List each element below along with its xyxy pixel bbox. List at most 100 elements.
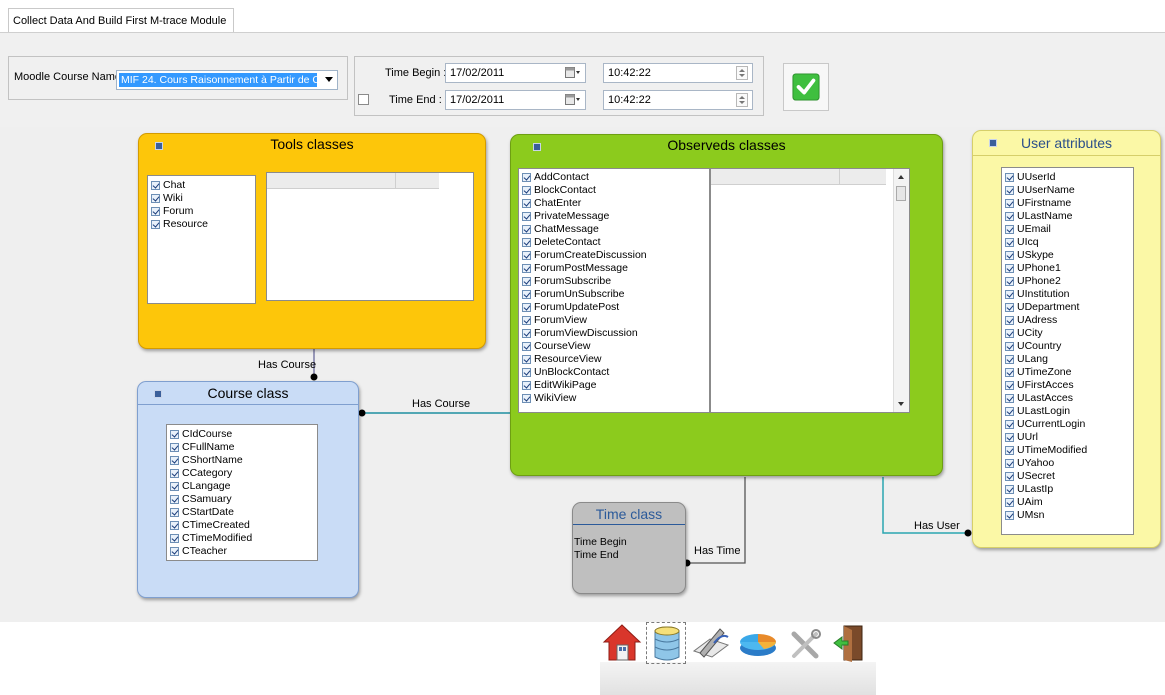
observed-classes-grid[interactable] [710,168,910,413]
user-attribute-item[interactable]: UFirstAcces [1002,379,1133,392]
checkbox-checked-icon[interactable] [522,199,531,208]
checkbox-checked-icon[interactable] [170,508,179,517]
checkbox-checked-icon[interactable] [1005,303,1014,312]
observed-classes-list[interactable]: AddContact BlockContact ChatEnter PrivateMe… [518,168,710,413]
course-attribute-item[interactable]: CStartDate [167,506,317,519]
home-icon[interactable] [602,622,642,664]
checkbox-checked-icon[interactable] [151,207,160,216]
course-attribute-item[interactable]: CShortName [167,454,317,467]
course-attribute-item[interactable]: CLangage [167,480,317,493]
checkbox-checked-icon[interactable] [170,443,179,452]
checkbox-checked-icon[interactable] [522,381,531,390]
scroll-thumb[interactable] [896,186,906,201]
observed-class-item[interactable]: ForumUnSubscribe [519,288,709,301]
edit-icon[interactable] [690,623,732,663]
user-attribute-item[interactable]: UIcq [1002,236,1133,249]
user-attribute-item[interactable]: UCountry [1002,340,1133,353]
checkbox-checked-icon[interactable] [522,329,531,338]
checkbox-checked-icon[interactable] [522,238,531,247]
scroll-down-icon[interactable] [898,402,904,406]
observed-class-item[interactable]: ChatMessage [519,223,709,236]
observed-class-item[interactable]: DeleteContact [519,236,709,249]
user-attribute-item[interactable]: USecret [1002,470,1133,483]
user-attribute-item[interactable]: UInstitution [1002,288,1133,301]
user-attribute-item[interactable]: UDepartment [1002,301,1133,314]
user-attribute-item[interactable]: UYahoo [1002,457,1133,470]
tools-classes-grid[interactable] [266,172,474,301]
observed-classes-panel[interactable]: Observeds classes AddContact BlockContact… [510,134,943,476]
checkbox-checked-icon[interactable] [522,342,531,351]
observed-class-item[interactable]: AddContact [519,171,709,184]
observed-class-item[interactable]: ResourceView [519,353,709,366]
checkbox-checked-icon[interactable] [522,303,531,312]
checkbox-checked-icon[interactable] [1005,199,1014,208]
user-attributes-panel[interactable]: User attributes UUserId UUserName UFirstna… [972,130,1161,548]
course-attribute-item[interactable]: CTimeCreated [167,519,317,532]
course-attribute-item[interactable]: CCategory [167,467,317,480]
scroll-up-icon[interactable] [898,175,904,179]
checkbox-checked-icon[interactable] [522,368,531,377]
checkbox-checked-icon[interactable] [1005,472,1014,481]
course-attribute-item[interactable]: CTeacher [167,545,317,558]
user-attribute-item[interactable]: UMsn [1002,509,1133,522]
checkbox-checked-icon[interactable] [522,277,531,286]
observed-class-item[interactable]: ChatEnter [519,197,709,210]
checkbox-checked-icon[interactable] [522,251,531,260]
observed-class-item[interactable]: ForumView [519,314,709,327]
tools-icon[interactable] [788,628,822,660]
checkbox-checked-icon[interactable] [170,534,179,543]
user-attribute-item[interactable]: UUserId [1002,171,1133,184]
user-attribute-item[interactable]: UUrl [1002,431,1133,444]
checkbox-checked-icon[interactable] [522,225,531,234]
checkbox-checked-icon[interactable] [522,264,531,273]
checkbox-checked-icon[interactable] [1005,316,1014,325]
observed-class-item[interactable]: ForumUpdatePost [519,301,709,314]
checkbox-checked-icon[interactable] [522,316,531,325]
checkbox-checked-icon[interactable] [1005,186,1014,195]
user-attributes-list[interactable]: UUserId UUserName UFirstname ULastName UEmai… [1001,167,1134,535]
checkbox-checked-icon[interactable] [1005,381,1014,390]
user-attribute-item[interactable]: UUserName [1002,184,1133,197]
checkbox-checked-icon[interactable] [1005,290,1014,299]
observed-class-item[interactable]: ForumPostMessage [519,262,709,275]
checkbox-checked-icon[interactable] [522,212,531,221]
tool-class-item[interactable]: Chat [148,179,255,192]
observed-class-item[interactable]: EditWikiPage [519,379,709,392]
vertical-scrollbar[interactable] [893,169,909,412]
user-attribute-item[interactable]: UAim [1002,496,1133,509]
checkbox-checked-icon[interactable] [170,495,179,504]
user-attribute-item[interactable]: UPhone2 [1002,275,1133,288]
checkbox-checked-icon[interactable] [522,394,531,403]
course-attribute-item[interactable]: CTimeModified [167,532,317,545]
observed-class-item[interactable]: ForumSubscribe [519,275,709,288]
tool-class-item[interactable]: Forum [148,205,255,218]
course-attribute-item[interactable]: CSamuary [167,493,317,506]
tool-class-item[interactable]: Resource [148,218,255,231]
user-attribute-item[interactable]: UTimeZone [1002,366,1133,379]
user-attribute-item[interactable]: UCurrentLogin [1002,418,1133,431]
user-attribute-item[interactable]: USkype [1002,249,1133,262]
checkbox-checked-icon[interactable] [1005,433,1014,442]
user-attribute-item[interactable]: ULastLogin [1002,405,1133,418]
chart-icon[interactable] [734,626,778,660]
checkbox-checked-icon[interactable] [1005,420,1014,429]
checkbox-checked-icon[interactable] [522,355,531,364]
user-attribute-item[interactable]: ULastName [1002,210,1133,223]
checkbox-checked-icon[interactable] [151,220,160,229]
course-class-panel[interactable]: Course class CIdCourse CFullName CShortNam… [137,381,359,598]
user-attribute-item[interactable]: UFirstname [1002,197,1133,210]
observed-class-item[interactable]: ForumCreateDiscussion [519,249,709,262]
checkbox-checked-icon[interactable] [170,430,179,439]
user-attribute-item[interactable]: UEmail [1002,223,1133,236]
time-class-panel[interactable]: Time class Time Begin Time End [572,502,686,594]
checkbox-checked-icon[interactable] [151,181,160,190]
checkbox-checked-icon[interactable] [522,290,531,299]
database-button[interactable] [646,622,686,664]
user-attribute-item[interactable]: UAdress [1002,314,1133,327]
exit-icon[interactable] [832,624,866,662]
checkbox-checked-icon[interactable] [1005,277,1014,286]
checkbox-checked-icon[interactable] [170,456,179,465]
checkbox-checked-icon[interactable] [1005,173,1014,182]
checkbox-checked-icon[interactable] [1005,394,1014,403]
course-class-list[interactable]: CIdCourse CFullName CShortName CCategory CLa… [166,424,318,561]
